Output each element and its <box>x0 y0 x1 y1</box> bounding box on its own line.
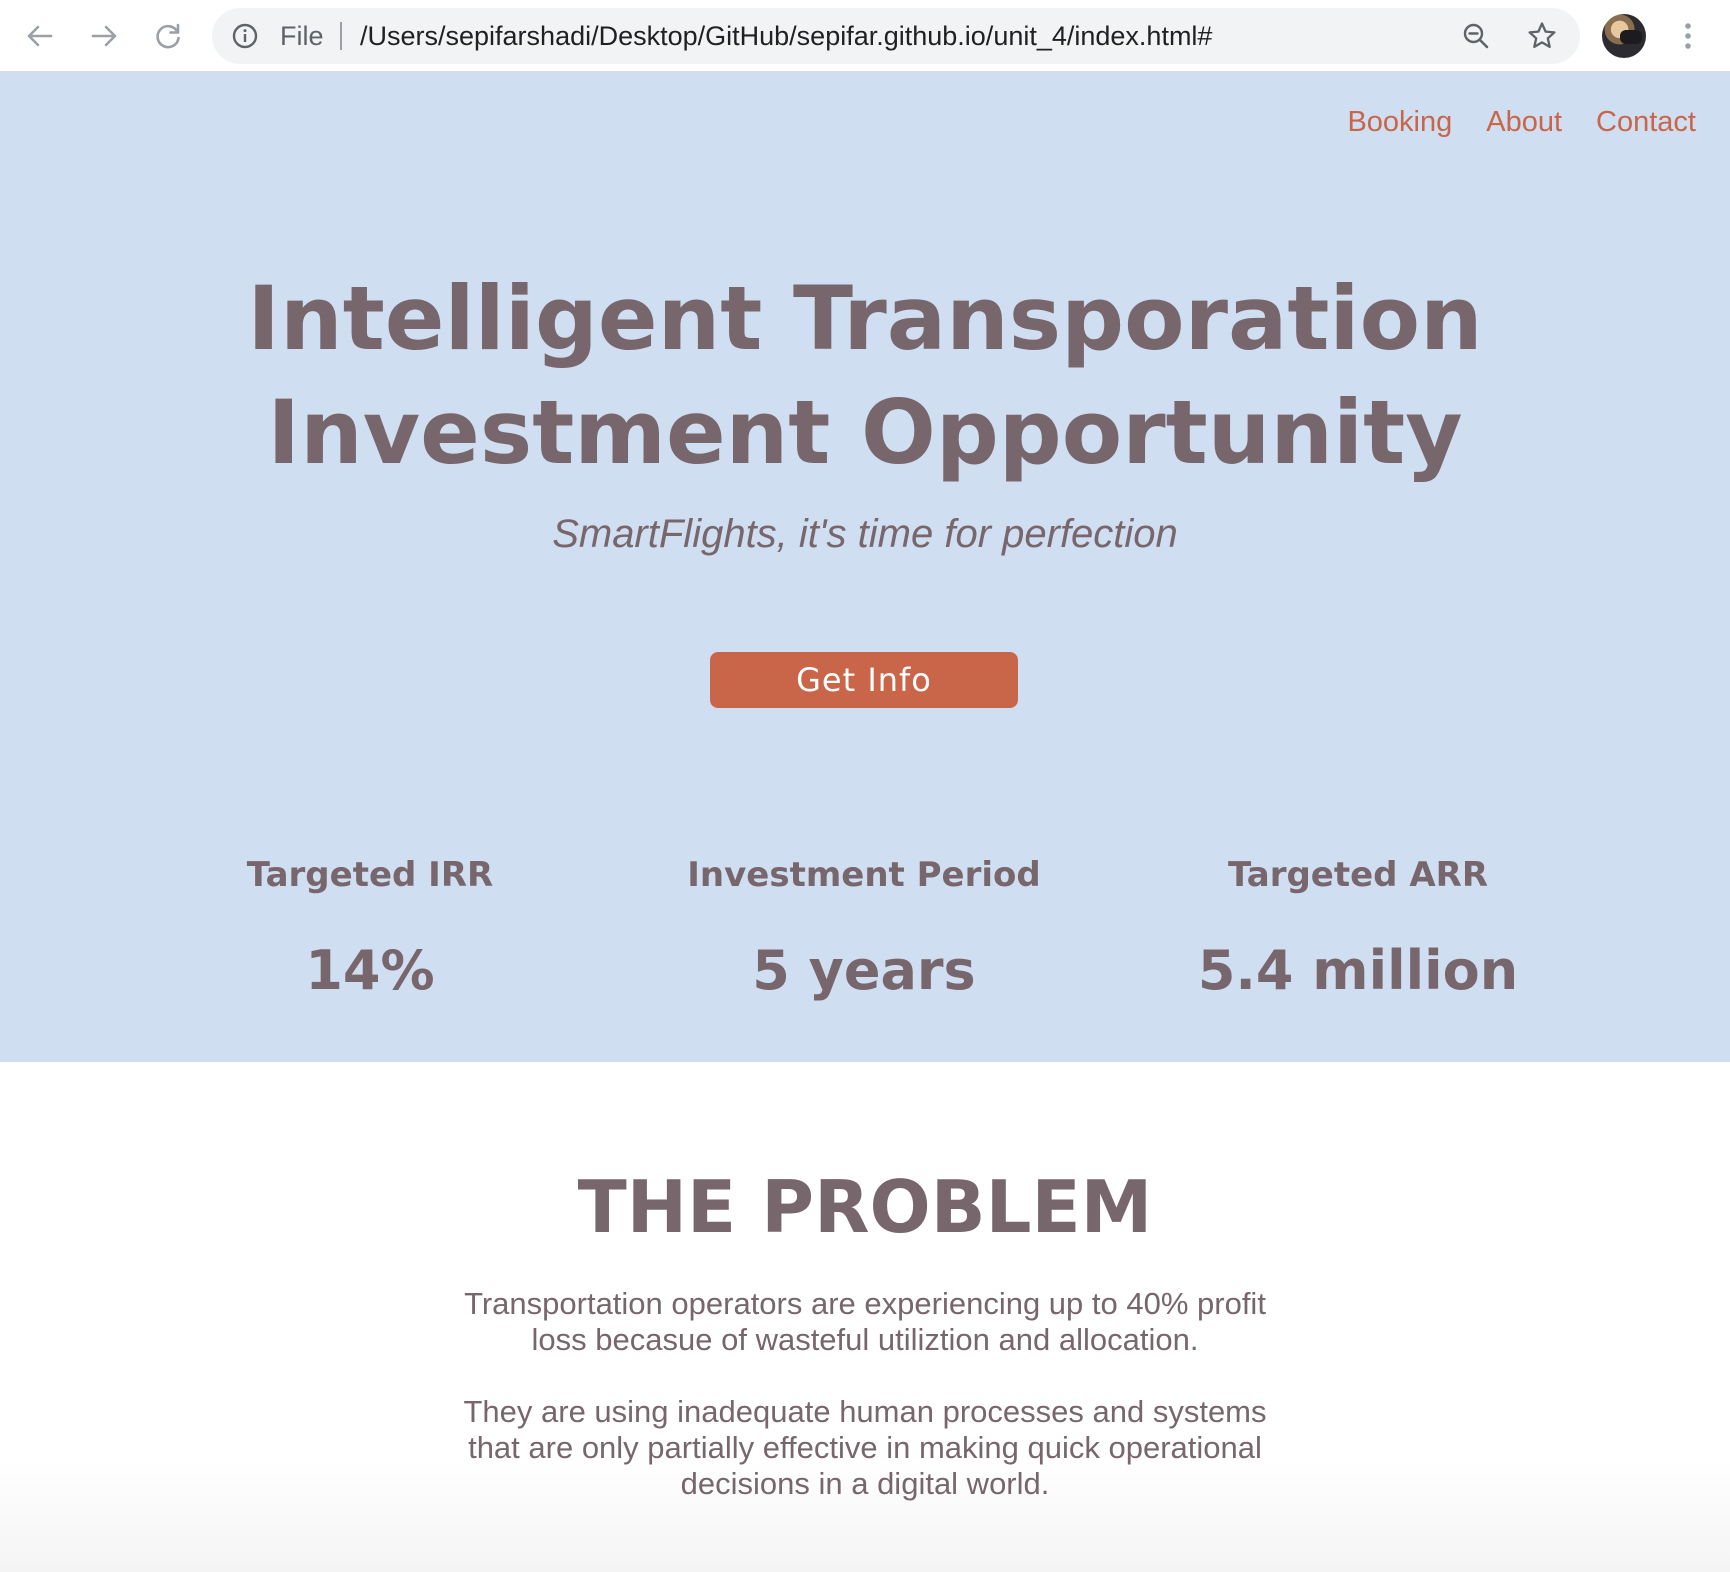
forward-button[interactable] <box>82 14 126 58</box>
nav-link-booking[interactable]: Booking <box>1347 106 1452 139</box>
browser-toolbar: File /Users/sepifarshadi/Desktop/GitHub/… <box>0 0 1730 72</box>
back-button[interactable] <box>18 14 62 58</box>
hero-title: Intelligent Transporation Investment Opp… <box>0 262 1730 490</box>
nav-link-about[interactable]: About <box>1486 106 1562 139</box>
get-info-button[interactable]: Get Info <box>710 652 1018 708</box>
stat-targeted-arr: Targeted ARR 5.4 million <box>1128 852 1588 1006</box>
reload-button[interactable] <box>146 14 190 58</box>
stat-label: Investment Period <box>687 855 1041 895</box>
hero-title-line-1: Intelligent Transporation <box>247 267 1483 370</box>
problem-paragraph-2: They are using inadequate human processe… <box>463 1394 1267 1501</box>
stat-value: 5 years <box>752 939 976 1002</box>
zoom-out-icon[interactable] <box>1462 22 1490 50</box>
problem-title: THE PROBLEM <box>577 1165 1153 1249</box>
hero-subtitle: SmartFlights, it's time for perfection <box>552 512 1178 556</box>
problem-section: THE PROBLEM Transportation operators are… <box>0 1062 1730 1572</box>
stat-label: Targeted ARR <box>1227 855 1489 895</box>
info-icon[interactable] <box>232 23 258 49</box>
address-bar[interactable]: File /Users/sepifarshadi/Desktop/GitHub/… <box>212 8 1580 64</box>
reload-icon <box>156 23 180 49</box>
url-text[interactable]: /Users/sepifarshadi/Desktop/GitHub/sepif… <box>360 8 1212 64</box>
kebab-menu-icon[interactable] <box>1668 16 1708 56</box>
nav-link-contact[interactable]: Contact <box>1596 106 1696 139</box>
stat-investment-period: Investment Period 5 years <box>634 852 1094 1006</box>
hero-title-line-2: Investment Opportunity <box>267 381 1463 484</box>
url-divider <box>340 22 342 50</box>
star-icon[interactable] <box>1526 20 1558 52</box>
problem-paragraph-1: Transportation operators are experiencin… <box>464 1286 1266 1357</box>
top-nav: Booking About Contact <box>1347 106 1696 139</box>
arrow-right-icon <box>91 25 117 47</box>
hero-section: Booking About Contact Intelligent Transp… <box>0 72 1730 1062</box>
url-scheme-label: File <box>280 21 324 51</box>
stat-value: 14% <box>305 939 435 1002</box>
arrow-left-icon <box>27 25 53 47</box>
profile-avatar[interactable] <box>1602 14 1646 58</box>
stat-label: Targeted IRR <box>246 855 494 895</box>
stat-value: 5.4 million <box>1197 939 1519 1002</box>
stat-targeted-irr: Targeted IRR 14% <box>140 852 600 1006</box>
